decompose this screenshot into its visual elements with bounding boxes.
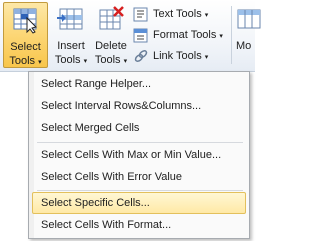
delete-tools-label-line1: Delete <box>95 40 127 52</box>
delete-cells-icon <box>99 6 124 30</box>
menu-item-select-cells-with-format[interactable]: Select Cells With Format... <box>32 214 246 236</box>
select-grid-cursor-icon <box>13 8 37 34</box>
select-tools-button[interactable]: Select Tools ▾ <box>3 2 48 68</box>
format-icon <box>133 28 148 43</box>
chevron-down-icon: ▾ <box>219 33 223 40</box>
menu-divider <box>37 190 243 191</box>
format-tools-label: Format Tools <box>153 29 217 41</box>
chevron-down-icon: ▾ <box>204 54 209 61</box>
more-tools-button[interactable]: Mo <box>232 2 261 68</box>
ribbon: Select Tools ▾ Insert Tools ▾ Delete Too… <box>0 0 261 72</box>
link-chain-icon <box>134 50 148 62</box>
chevron-down-icon: ▾ <box>123 58 128 65</box>
delete-tools-label-line2: Tools ▾ <box>94 54 128 66</box>
select-tools-dropdown-menu: Select Range Helper... Select Interval R… <box>28 71 250 239</box>
chevron-down-icon: ▾ <box>83 58 88 65</box>
delete-tools-button[interactable]: Delete Tools ▾ <box>93 2 129 68</box>
menu-item-select-range-helper[interactable]: Select Range Helper... <box>32 73 246 95</box>
more-tools-icon <box>237 9 261 29</box>
menu-item-select-interval-rows-columns[interactable]: Select Interval Rows&Columns... <box>32 95 246 117</box>
text-tools-button[interactable]: Text Tools ▾ <box>131 5 231 24</box>
chevron-down-icon: ▾ <box>204 12 209 19</box>
more-tools-label: Mo <box>236 40 252 52</box>
insert-tools-button[interactable]: Insert Tools ▾ <box>51 2 91 68</box>
menu-item-select-specific-cells[interactable]: Select Specific Cells... <box>32 192 246 214</box>
insert-rows-icon <box>57 8 83 30</box>
menu-divider <box>37 142 243 143</box>
format-tools-button[interactable]: Format Tools ▾ <box>131 26 231 45</box>
text-tools-label: Text Tools <box>153 8 202 20</box>
text-icon <box>133 7 148 22</box>
select-tools-label-line2: Tools ▾ <box>9 55 42 67</box>
link-tools-button[interactable]: Link Tools ▾ <box>131 47 231 66</box>
menu-item-select-merged-cells[interactable]: Select Merged Cells <box>32 117 246 139</box>
menu-item-select-error-value[interactable]: Select Cells With Error Value <box>32 166 246 188</box>
menu-item-select-max-min-value[interactable]: Select Cells With Max or Min Value... <box>32 144 246 166</box>
select-tools-label-line1: Select <box>10 41 41 53</box>
insert-tools-label-line1: Insert <box>57 40 85 52</box>
chevron-down-icon: ▾ <box>38 59 42 66</box>
link-tools-label: Link Tools <box>153 50 202 62</box>
insert-tools-label-line2: Tools ▾ <box>54 54 88 66</box>
